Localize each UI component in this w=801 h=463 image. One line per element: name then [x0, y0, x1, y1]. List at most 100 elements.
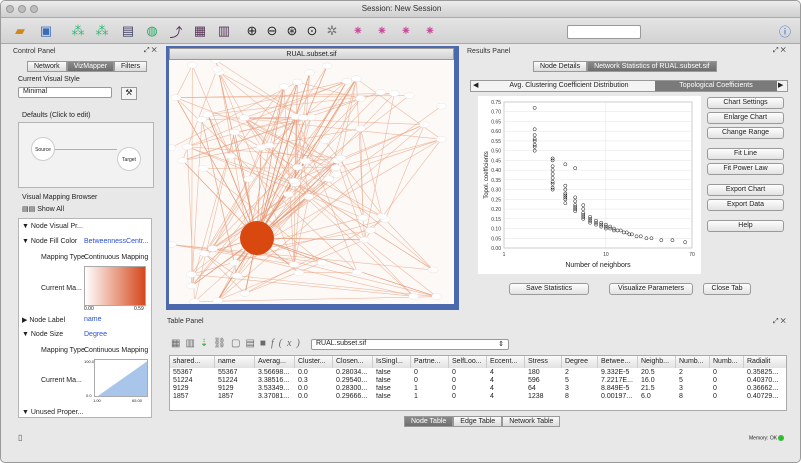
- table-cell[interactable]: 0.0: [295, 385, 333, 393]
- table-cell[interactable]: 6.0: [638, 393, 676, 401]
- import-url-icon[interactable]: ⁂: [93, 22, 111, 40]
- column-header[interactable]: Neighb...: [638, 356, 676, 368]
- tab-avg-clustering[interactable]: Avg. Clustering Coefficient Distribution: [485, 81, 653, 91]
- column-header[interactable]: Averag...: [255, 356, 295, 368]
- help-icon[interactable]: ⓘ: [776, 22, 794, 40]
- table-cell[interactable]: 0: [411, 377, 449, 385]
- table-network-select[interactable]: RUAL.subset.sif ⇕: [311, 339, 509, 350]
- visual-style-select[interactable]: Minimal: [18, 87, 112, 98]
- table-cell[interactable]: 8.849E-5: [598, 385, 638, 393]
- table-cell[interactable]: 596: [525, 377, 562, 385]
- node-fill-color-row[interactable]: ▼ Node Fill Color: [22, 238, 77, 250]
- column-header[interactable]: Betwee...: [598, 356, 638, 368]
- table-cell[interactable]: 9129: [170, 385, 215, 393]
- export-data-button[interactable]: Export Data: [707, 199, 784, 211]
- new-table-icon[interactable]: ▢: [231, 338, 245, 349]
- open-folder-icon[interactable]: ▰: [11, 22, 29, 40]
- table-cell[interactable]: 1: [411, 385, 449, 393]
- network-canvas[interactable]: [169, 60, 454, 304]
- table-cell[interactable]: 0.40370...: [744, 377, 786, 385]
- tab-network[interactable]: Network: [27, 61, 67, 72]
- table-cell[interactable]: 0.29666...: [333, 393, 373, 401]
- zoom-fit-icon[interactable]: ⊛: [283, 22, 301, 40]
- close-tab-button[interactable]: Close Tab: [703, 283, 751, 295]
- column-header[interactable]: Eccent...: [487, 356, 525, 368]
- table-cell[interactable]: 0.40729...: [744, 393, 786, 401]
- import-table-icon[interactable]: ■: [260, 338, 271, 349]
- search-input[interactable]: [567, 25, 641, 39]
- zoom-selected-icon[interactable]: ⊙: [303, 22, 321, 40]
- table-cell[interactable]: 0.28034...: [333, 369, 373, 377]
- zoom-in-icon[interactable]: ⊕: [243, 22, 261, 40]
- table-cell[interactable]: 20.5: [638, 369, 676, 377]
- select-first-neighbors-icon[interactable]: ⁕: [349, 22, 367, 40]
- table-cell[interactable]: 7.2217E...: [598, 377, 638, 385]
- select-icon[interactable]: ⇣: [200, 338, 213, 349]
- mapping-type-value[interactable]: Continuous Mapping: [84, 254, 148, 266]
- table-cell[interactable]: 0.36662...: [744, 385, 786, 393]
- import-table-icon[interactable]: ▤: [119, 22, 137, 40]
- column-header[interactable]: IsSingl...: [373, 356, 411, 368]
- size-mapping-graph[interactable]: [94, 359, 148, 397]
- table-cell[interactable]: 16.0: [638, 377, 676, 385]
- columns-icon[interactable]: ▦: [171, 338, 185, 349]
- show-all-icon[interactable]: ⁕: [397, 22, 415, 40]
- table-cell[interactable]: 21.5: [638, 385, 676, 393]
- delete-column-icon[interactable]: ▥: [185, 338, 199, 349]
- table-cell[interactable]: 8: [676, 393, 710, 401]
- function-icon[interactable]: f(x): [271, 338, 305, 349]
- tab-network-table[interactable]: Network Table: [502, 416, 561, 427]
- table-cell[interactable]: 9129: [215, 385, 255, 393]
- table-cell[interactable]: 0: [710, 377, 744, 385]
- node-visual-props-row[interactable]: ▼ Node Visual Pr...: [22, 223, 83, 235]
- table-cell[interactable]: 0.28300...: [333, 385, 373, 393]
- node-size-row[interactable]: ▼ Node Size: [22, 331, 63, 343]
- unused-props-row[interactable]: ▼ Unused Proper...: [22, 409, 83, 421]
- table-cell[interactable]: 0.0: [295, 393, 333, 401]
- table-cell[interactable]: 3.53349...: [255, 385, 295, 393]
- table-cell[interactable]: 2: [676, 369, 710, 377]
- table-cell[interactable]: 8: [562, 393, 598, 401]
- node-fill-color-value[interactable]: BetweennessCentr...: [84, 238, 149, 250]
- table-cell[interactable]: false: [373, 385, 411, 393]
- hide-selected-icon[interactable]: ⁕: [373, 22, 391, 40]
- table-cell[interactable]: 2: [562, 369, 598, 377]
- column-header[interactable]: Degree: [562, 356, 598, 368]
- table-cell[interactable]: 0: [449, 377, 487, 385]
- column-header[interactable]: Closen...: [333, 356, 373, 368]
- table-cell[interactable]: 0: [411, 369, 449, 377]
- table-cell[interactable]: 1857: [170, 393, 215, 401]
- table-cell[interactable]: 0: [449, 369, 487, 377]
- tab-vizmapper[interactable]: VizMapper: [66, 61, 115, 72]
- table-cell[interactable]: 4: [487, 385, 525, 393]
- table-cell[interactable]: 4: [487, 377, 525, 385]
- sub-tab-next-icon[interactable]: ▶: [778, 81, 783, 89]
- visual-style-options-icon[interactable]: ⚒: [121, 87, 137, 100]
- delete-table-icon[interactable]: ▤: [245, 338, 259, 349]
- visualize-parameters-button[interactable]: Visualize Parameters: [609, 283, 693, 295]
- size-mapping-type-value[interactable]: Continuous Mapping: [84, 347, 148, 359]
- status-panel-icon[interactable]: ▯: [18, 433, 22, 442]
- help-button[interactable]: Help: [707, 220, 784, 232]
- column-header[interactable]: Stress: [525, 356, 562, 368]
- defaults-preview[interactable]: Source Target: [18, 122, 154, 188]
- table-cell[interactable]: 5: [562, 377, 598, 385]
- tab-edge-table[interactable]: Edge Table: [453, 416, 503, 427]
- table-cell[interactable]: 0.3: [295, 377, 333, 385]
- link-icon[interactable]: ⛓: [213, 338, 231, 349]
- network-graph[interactable]: [169, 60, 454, 304]
- table-cell[interactable]: 0.35825...: [744, 369, 786, 377]
- table-panel-undock-icon[interactable]: ⤢ ✕: [773, 318, 786, 330]
- table-cell[interactable]: 3.37081...: [255, 393, 295, 401]
- tab-filters[interactable]: Filters: [114, 61, 148, 72]
- table-cell[interactable]: 51224: [215, 377, 255, 385]
- table-cell[interactable]: 3.38516...: [255, 377, 295, 385]
- table-row[interactable]: 51224 51224 3.38516... 0.3 0.29540... false 0 0…: [170, 377, 786, 385]
- table-cell[interactable]: 1857: [215, 393, 255, 401]
- import-network-icon[interactable]: ⁂: [69, 22, 87, 40]
- table-cell[interactable]: 3: [676, 385, 710, 393]
- table-cell[interactable]: 55367: [170, 369, 215, 377]
- node-size-value[interactable]: Degree: [84, 331, 107, 343]
- zoom-out-icon[interactable]: ⊖: [263, 22, 281, 40]
- fit-power-law-button[interactable]: Fit Power Law: [707, 163, 784, 175]
